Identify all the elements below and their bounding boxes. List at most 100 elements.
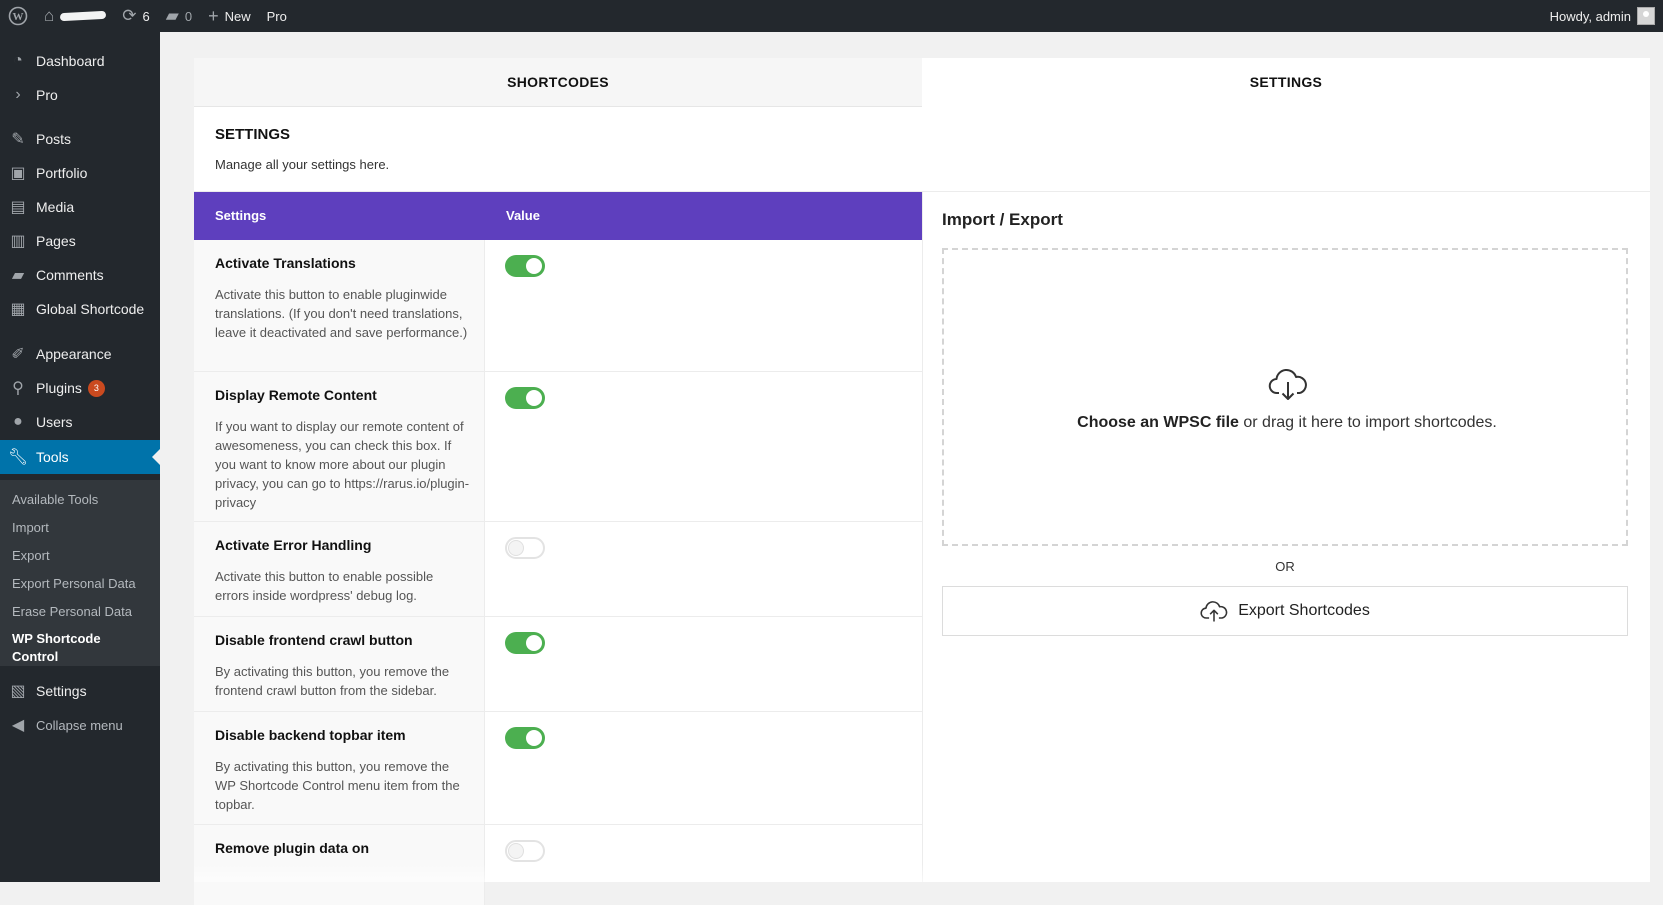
pro-link[interactable]: Pro — [259, 0, 295, 32]
menu-label: Global Shortcode — [36, 301, 145, 317]
site-name-link[interactable]: ⌂ — [36, 0, 114, 32]
dashboard-icon: ◔ — [13, 52, 23, 69]
menu-item-posts[interactable]: ✎ Posts — [0, 122, 160, 156]
account-menu[interactable]: Howdy, admin — [1550, 0, 1655, 32]
menu-label: Comments — [36, 267, 104, 283]
cloud-upload-icon — [1200, 601, 1228, 622]
menu-item-pro[interactable]: › Pro — [0, 78, 160, 112]
menu-label: Users — [36, 414, 73, 430]
menu-label: Settings — [36, 683, 87, 699]
pro-label: Pro — [266, 8, 287, 24]
import-dropzone[interactable]: Choose an WPSC file or drag it here to i… — [942, 248, 1628, 546]
setting-description: Activate this button to enable possible … — [215, 569, 434, 603]
import-export-title: Import / Export — [942, 210, 1063, 229]
menu-item-settings[interactable]: ▧ Settings — [0, 674, 160, 708]
admin-sidebar: ◔ Dashboard › Pro ✎ Posts ▣ Portfolio ▤ … — [0, 32, 160, 882]
pages-icon: ▥ — [10, 233, 26, 250]
export-shortcodes-button[interactable]: Export Shortcodes — [942, 586, 1628, 636]
menu-label: Pages — [36, 233, 76, 249]
user-icon: ● — [13, 413, 23, 430]
portfolio-icon: ▣ — [10, 165, 26, 182]
toggle-disable-frontend-crawl-button[interactable] — [505, 632, 545, 654]
tab-settings[interactable]: SETTINGS — [922, 58, 1650, 106]
settings-table-body: Activate Translations Activate this butt… — [194, 240, 922, 905]
column-value: Value — [506, 208, 540, 223]
comment-icon: ▰ — [11, 267, 25, 284]
choose-file-link[interactable]: Choose an WPSC file — [1077, 414, 1239, 431]
menu-item-pages[interactable]: ▥ Pages — [0, 224, 160, 258]
site-name-redacted — [60, 10, 107, 22]
submenu-export-personal-data[interactable]: Export Personal Data — [12, 576, 136, 591]
menu-label: Pro — [36, 87, 58, 103]
table-row: Display Remote Content If you want to di… — [194, 372, 922, 522]
menu-item-portfolio[interactable]: ▣ Portfolio — [0, 156, 160, 190]
menu-item-global-shortcode[interactable]: ▦ Global Shortcode — [0, 292, 160, 326]
toggle-remove-plugin-data[interactable] — [505, 840, 545, 862]
cloud-download-icon — [1268, 368, 1307, 400]
menu-item-comments[interactable]: ▰ Comments — [0, 258, 160, 292]
column-settings: Settings — [215, 208, 267, 223]
bottom-fade — [194, 864, 1650, 882]
plugins-update-badge: 3 — [87, 379, 105, 397]
submenu-available-tools[interactable]: Available Tools — [12, 492, 98, 507]
submenu-import[interactable]: Import — [12, 520, 49, 535]
updates-link[interactable]: ⟳ 6 — [114, 0, 157, 32]
dropzone-hint: or drag it here to import shortcodes. — [1238, 414, 1497, 431]
toggle-disable-backend-topbar-item[interactable] — [505, 727, 545, 749]
pin-icon: ✎ — [11, 131, 25, 148]
settings-table-header: Settings Value — [194, 192, 922, 240]
new-label: New — [224, 8, 251, 24]
menu-item-plugins[interactable]: ⚲ Plugins 3 — [0, 371, 160, 405]
column-divider — [922, 192, 923, 882]
menu-label: Tools — [36, 449, 69, 465]
tools-submenu: Available Tools Import Export Export Per… — [0, 480, 160, 666]
wordpress-logo-icon[interactable]: W — [0, 0, 36, 32]
setting-description: Activate this button to enable pluginwid… — [215, 287, 468, 340]
submenu-wp-shortcode-control[interactable]: WP Shortcode Control — [12, 630, 122, 666]
dropzone-text: Choose an WPSC file or drag it here to i… — [944, 414, 1630, 432]
setting-title: Activate Translations — [215, 255, 356, 271]
home-icon: ⌂ — [44, 6, 55, 25]
plugin-icon: ⚲ — [12, 380, 24, 397]
menu-label: Collapse menu — [36, 717, 123, 733]
setting-title: Remove plugin data on — [215, 840, 370, 856]
section-title: SETTINGS — [215, 126, 291, 143]
settings-icon: ▧ — [10, 683, 26, 700]
toggle-activate-error-handling[interactable] — [505, 537, 545, 559]
greeting: Howdy, admin — [1549, 8, 1631, 24]
menu-item-users[interactable]: ● Users — [0, 405, 160, 439]
submenu-erase-personal-data[interactable]: Erase Personal Data — [12, 604, 132, 619]
setting-title: Disable frontend crawl button — [215, 632, 413, 648]
menu-label: Plugins — [36, 380, 82, 396]
plus-icon: + — [208, 5, 219, 26]
setting-description: By activating this button, you remove th… — [215, 759, 460, 812]
setting-title: Disable backend topbar item — [215, 727, 406, 743]
toggle-knob — [508, 540, 524, 556]
collapse-menu-button[interactable]: ◀ Collapse menu — [0, 708, 160, 742]
admin-bar: W ⌂ ⟳ 6 ▰ 0 + New Pro Howdy, admin — [0, 0, 1663, 32]
menu-item-appearance[interactable]: ✐ Appearance — [0, 337, 160, 371]
export-label: Export Shortcodes — [1238, 602, 1370, 619]
tab-shortcodes[interactable]: SHORTCODES — [194, 58, 922, 107]
comments-link[interactable]: ▰ 0 — [158, 0, 200, 32]
new-content-link[interactable]: + New — [200, 0, 259, 32]
toggle-activate-translations[interactable] — [505, 255, 545, 277]
setting-description: By activating this button, you remove th… — [215, 664, 450, 698]
table-row: Activate Error Handling Activate this bu… — [194, 522, 922, 617]
plugin-panel: SHORTCODES SETTINGS SETTINGS Manage all … — [194, 58, 1650, 905]
avatar — [1637, 7, 1655, 25]
menu-item-media[interactable]: ▤ Media — [0, 190, 160, 224]
table-row: Disable backend topbar item By activatin… — [194, 712, 922, 825]
toggle-knob — [526, 258, 542, 274]
media-icon: ▤ — [10, 199, 26, 216]
menu-item-tools[interactable]: 🔧︎ Tools — [0, 440, 160, 474]
menu-label: Dashboard — [36, 53, 105, 69]
chevron-right-icon: › — [15, 86, 21, 103]
menu-item-dashboard[interactable]: ◔ Dashboard — [0, 44, 160, 78]
grid-icon: ▦ — [10, 301, 26, 318]
submenu-export[interactable]: Export — [12, 548, 50, 563]
svg-text:W: W — [13, 11, 24, 23]
toggle-display-remote-content[interactable] — [505, 387, 545, 409]
wrench-icon: 🔧︎ — [7, 449, 29, 466]
comments-count: 0 — [184, 8, 193, 24]
